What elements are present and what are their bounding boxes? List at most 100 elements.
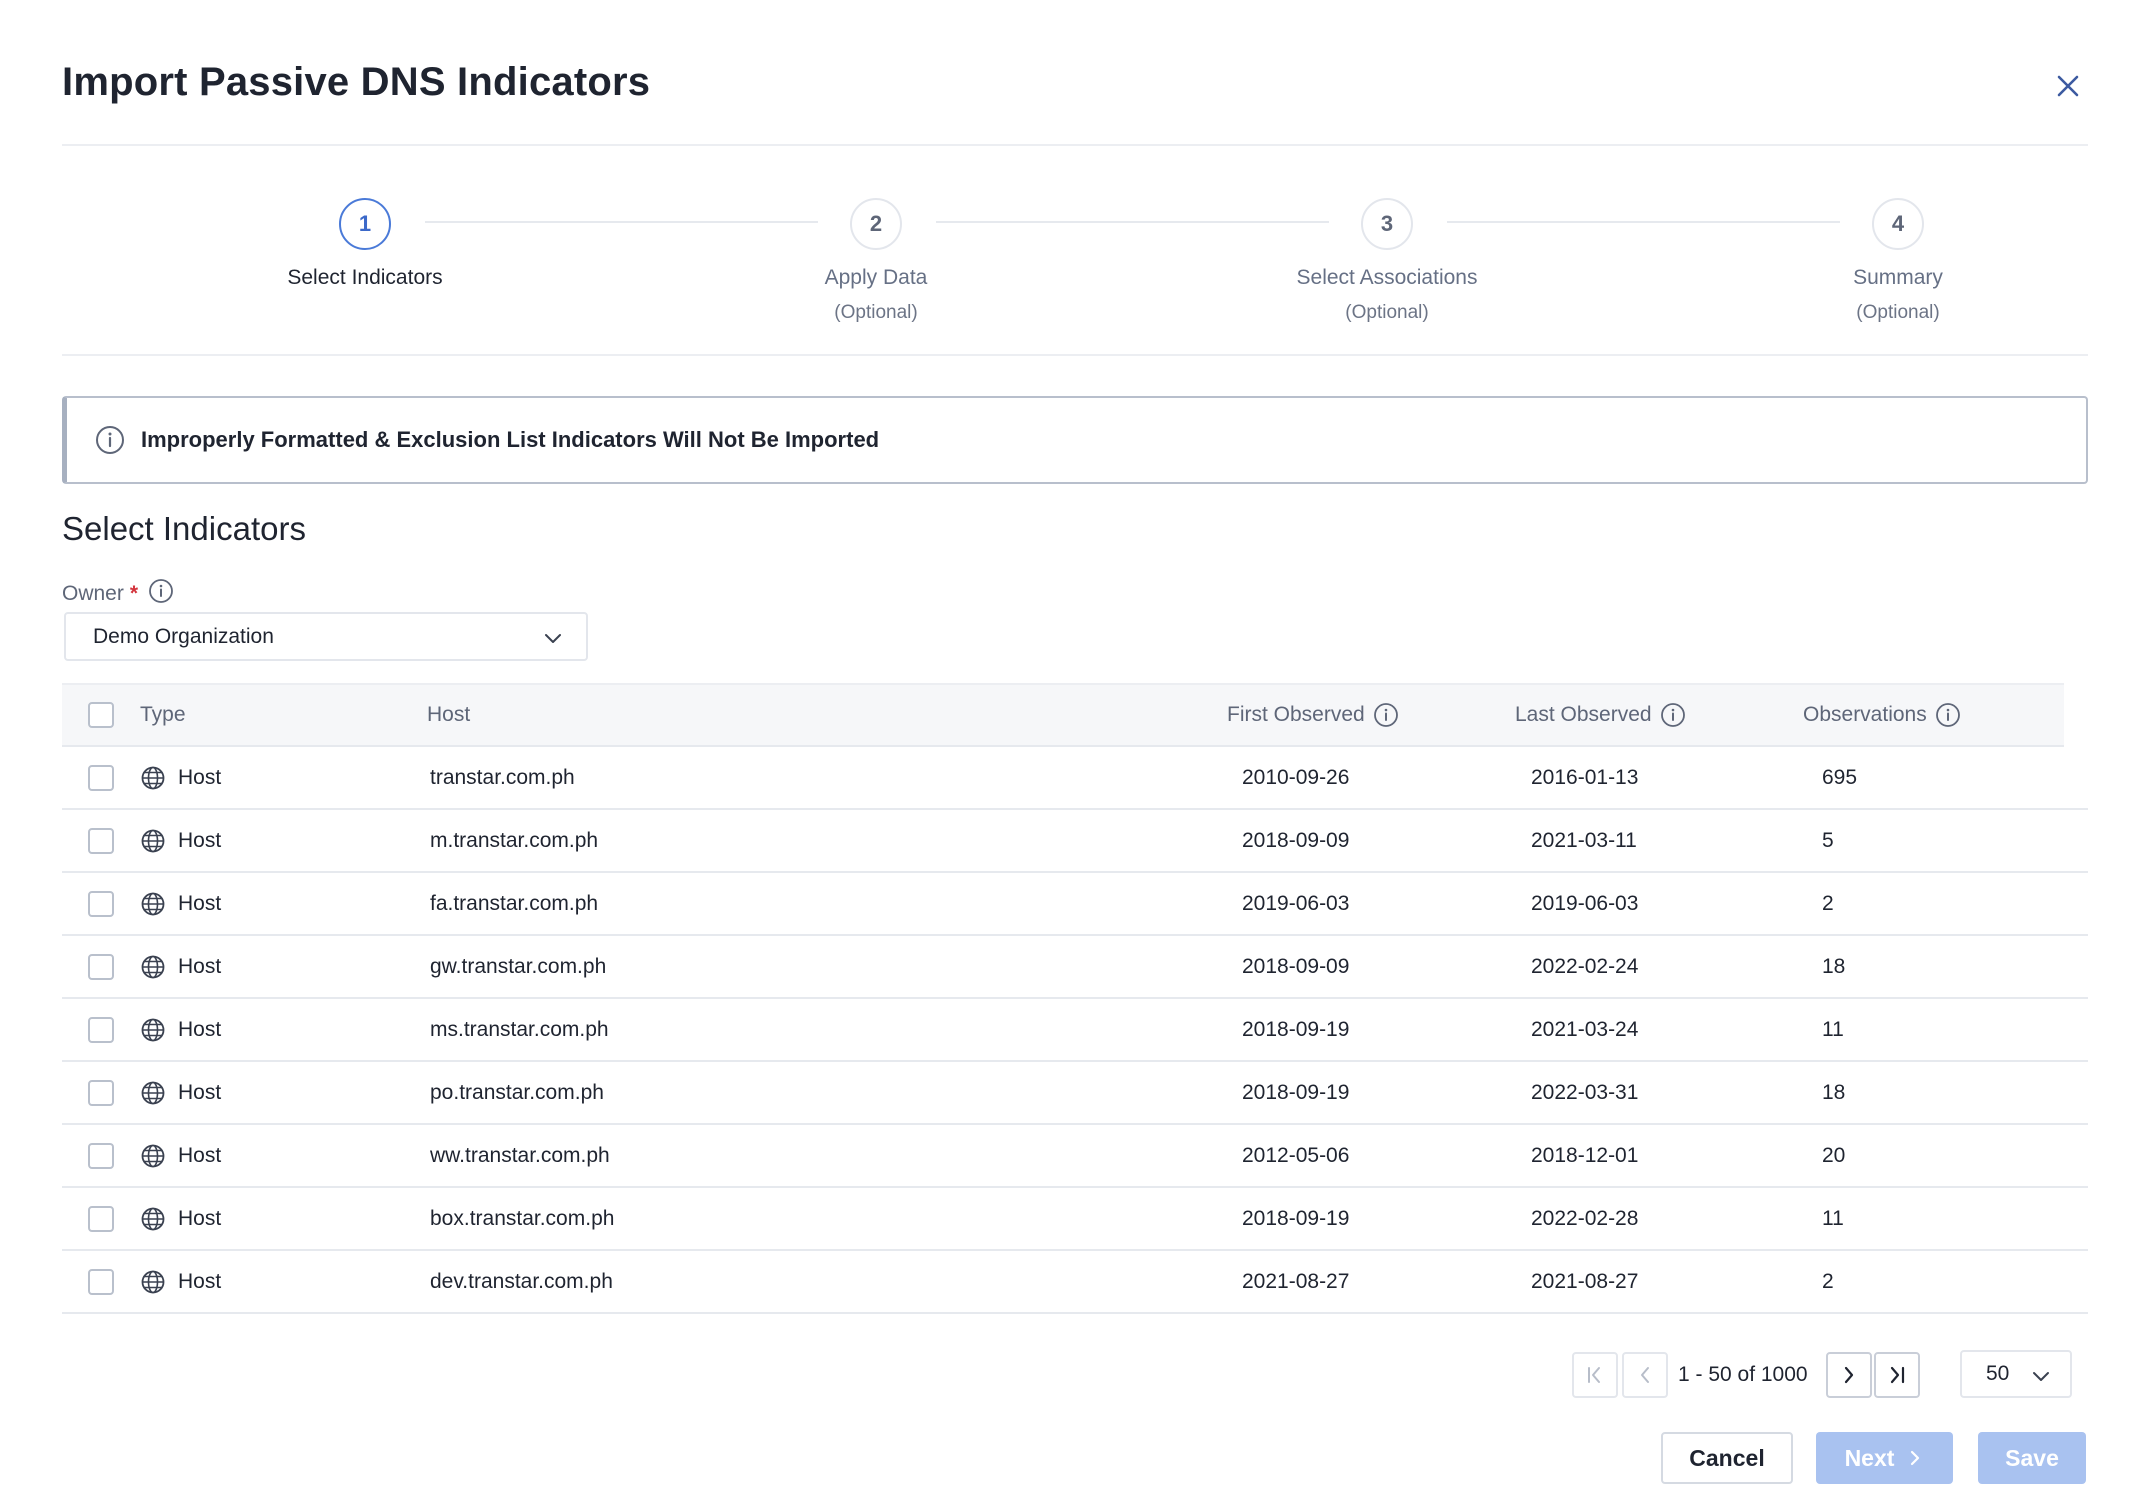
last-page-icon (1890, 1366, 1905, 1384)
row-checkbox[interactable] (88, 1205, 114, 1232)
table-row[interactable]: Host box.transtar.com.ph 2018-09-19 2022-02… (62, 1188, 2088, 1251)
type-label: Host (178, 765, 222, 789)
first-page-icon (1588, 1367, 1600, 1383)
column-header-label: Observations (1803, 703, 1927, 726)
chevron-down-icon (2030, 1365, 2052, 1393)
table-row[interactable]: Host transtar.com.ph 2010-09-26 2016-01-13 6… (62, 747, 2088, 810)
owner-label: Owner * (62, 578, 174, 610)
step-label: Apply Data (824, 266, 928, 289)
table-row[interactable]: Host fa.transtar.com.ph 2019-06-03 2019-06-… (62, 873, 2088, 936)
row-checkbox-cell (88, 936, 114, 997)
type-cell: Host (140, 1251, 221, 1312)
globe-icon (140, 1143, 166, 1169)
globe-icon (140, 1017, 166, 1043)
info-icon[interactable] (148, 578, 174, 610)
column-header-type[interactable]: Type (140, 685, 186, 745)
row-checkbox-cell (88, 810, 114, 871)
observations-cell: 11 (1822, 1206, 1844, 1230)
table-row[interactable]: Host dev.transtar.com.ph 2021-08-27 2021-08… (62, 1251, 2088, 1314)
host-cell: transtar.com.ph (430, 765, 575, 789)
import-dialog: Import Passive DNS Indicators 1 Select I… (0, 0, 2140, 1508)
select-all-cell (88, 685, 114, 745)
dialog-title: Import Passive DNS Indicators (62, 60, 651, 104)
type-label: Host (178, 1080, 222, 1104)
info-icon[interactable] (1660, 702, 1686, 728)
type-cell: Host (140, 747, 221, 808)
step-number: 4 (1872, 198, 1924, 250)
pagination: 1 - 50 of 1000 (1572, 1352, 1948, 1398)
next-button-label: Next (1844, 1444, 1895, 1471)
last-page-button[interactable] (1874, 1352, 1920, 1398)
next-page-button[interactable] (1826, 1352, 1872, 1398)
column-header-last-observed[interactable]: Last Observed (1515, 685, 1686, 745)
row-checkbox-cell (88, 1188, 114, 1249)
type-cell: Host (140, 1188, 221, 1249)
previous-page-button[interactable] (1622, 1352, 1668, 1398)
step-optional-note: (Optional) (1856, 302, 1940, 323)
page-size-value: 50 (1986, 1362, 2010, 1385)
last-observed-cell: 2022-03-31 (1531, 1080, 1639, 1104)
dialog-header: Import Passive DNS Indicators (62, 44, 2088, 146)
info-icon[interactable] (1373, 702, 1399, 728)
step-number: 2 (850, 198, 902, 250)
type-cell: Host (140, 999, 221, 1060)
row-checkbox[interactable] (88, 1142, 114, 1169)
table-row[interactable]: Host po.transtar.com.ph 2018-09-19 2022-03-… (62, 1062, 2088, 1125)
last-observed-cell: 2022-02-28 (1531, 1206, 1639, 1230)
column-header-observations[interactable]: Observations (1803, 685, 1961, 745)
type-label: Host (178, 1206, 222, 1230)
row-checkbox-cell (88, 873, 114, 934)
observations-cell: 2 (1822, 1269, 1834, 1293)
host-cell: gw.transtar.com.ph (430, 954, 607, 978)
globe-icon (140, 954, 166, 980)
owner-select[interactable]: Demo Organization (64, 612, 588, 661)
indicators-table: Type Host First Observed Last Observed O… (62, 683, 2088, 1314)
type-cell: Host (140, 1062, 221, 1123)
row-checkbox[interactable] (88, 827, 114, 854)
column-header-first-observed[interactable]: First Observed (1227, 685, 1399, 745)
observations-cell: 20 (1822, 1143, 1846, 1167)
step-select-indicators[interactable]: 1 Select Indicators (195, 198, 535, 290)
globe-icon (140, 1269, 166, 1295)
page-size-select[interactable]: 50 (1960, 1350, 2072, 1398)
column-header-label: First Observed (1227, 703, 1365, 726)
cancel-button[interactable]: Cancel (1661, 1432, 1793, 1484)
section-title: Select Indicators (62, 510, 306, 547)
row-checkbox[interactable] (88, 1016, 114, 1043)
table-row[interactable]: Host ms.transtar.com.ph 2018-09-19 2021-03-… (62, 999, 2088, 1062)
type-cell: Host (140, 1125, 221, 1186)
chevron-down-icon (542, 627, 564, 655)
table-row[interactable]: Host ww.transtar.com.ph 2012-05-06 2018-12-… (62, 1125, 2088, 1188)
step-apply-data[interactable]: 2 Apply Data (Optional) (706, 198, 1046, 324)
table-row[interactable]: Host gw.transtar.com.ph 2018-09-09 2022-02-… (62, 936, 2088, 999)
type-label: Host (178, 828, 222, 852)
globe-icon (140, 828, 166, 854)
row-checkbox[interactable] (88, 953, 114, 980)
observations-cell: 695 (1822, 765, 1858, 789)
type-cell: Host (140, 810, 221, 871)
column-header-host[interactable]: Host (427, 685, 470, 745)
step-optional-note: (Optional) (834, 302, 918, 323)
owner-label-text: Owner (62, 582, 124, 605)
step-label: Summary (1853, 266, 1943, 289)
step-summary[interactable]: 4 Summary (Optional) (1728, 198, 2068, 324)
type-cell: Host (140, 873, 221, 934)
first-observed-cell: 2010-09-26 (1242, 765, 1350, 789)
host-cell: ww.transtar.com.ph (430, 1143, 610, 1167)
step-select-associations[interactable]: 3 Select Associations (Optional) (1217, 198, 1557, 324)
first-page-button[interactable] (1572, 1352, 1618, 1398)
next-button[interactable]: Next (1816, 1432, 1953, 1484)
observations-cell: 2 (1822, 891, 1834, 915)
row-checkbox[interactable] (88, 1079, 114, 1106)
close-button[interactable] (2048, 66, 2088, 106)
table-row[interactable]: Host m.transtar.com.ph 2018-09-09 2021-03-1… (62, 810, 2088, 873)
row-checkbox[interactable] (88, 890, 114, 917)
info-icon[interactable] (1935, 702, 1961, 728)
row-checkbox[interactable] (88, 764, 114, 791)
save-button[interactable]: Save (1978, 1432, 2086, 1484)
type-cell: Host (140, 936, 221, 997)
row-checkbox-cell (88, 999, 114, 1060)
select-all-checkbox[interactable] (88, 702, 114, 728)
first-observed-cell: 2019-06-03 (1242, 891, 1350, 915)
row-checkbox[interactable] (88, 1268, 114, 1295)
